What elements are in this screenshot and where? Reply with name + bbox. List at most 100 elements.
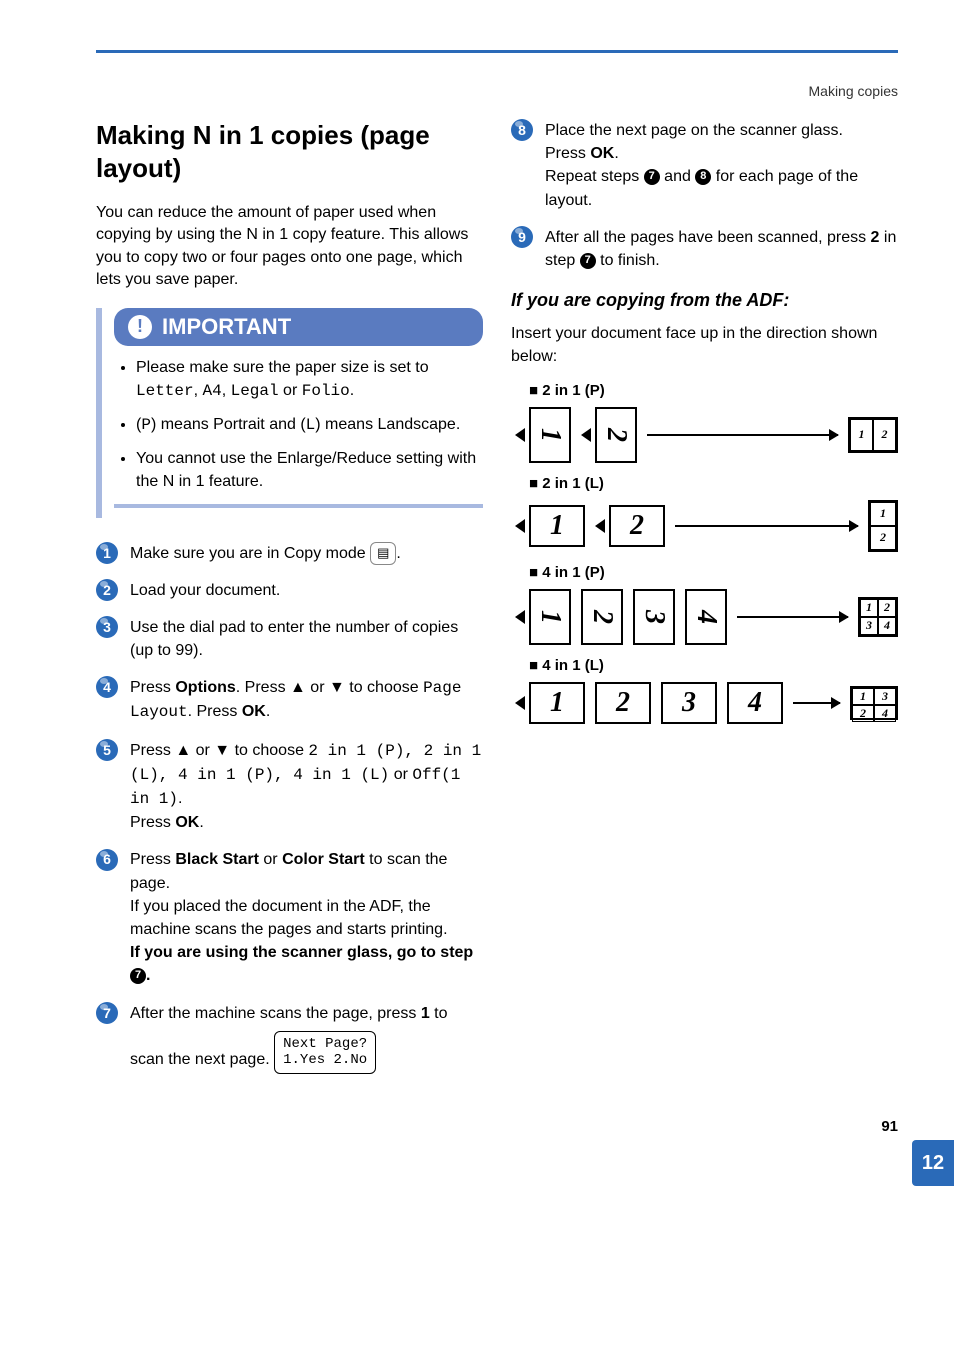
code-p: P (141, 416, 151, 434)
flow-arrow-icon (675, 525, 858, 527)
copy-mode-icon: ▤ (370, 542, 396, 565)
layout-2in1-p-label: 2 in 1 (P) (529, 382, 898, 399)
step-8: 8 Place the next page on the scanner gla… (511, 119, 898, 212)
text: or (389, 766, 412, 783)
adf-heading: If you are copying from the ADF: (511, 290, 898, 311)
important-label: IMPORTANT (162, 314, 291, 340)
step-badge-5: 5 (96, 739, 118, 761)
options-key: Options (175, 679, 235, 696)
step-4: 4 Press Options. Press ▲ or ▼ to choose … (96, 676, 483, 724)
step-3-body: Use the dial pad to enter the number of … (130, 616, 483, 662)
feed-arrow-icon (515, 610, 525, 624)
feed-arrow-icon (515, 696, 525, 710)
text: Press (130, 814, 175, 831)
size-a4: A4 (203, 382, 222, 400)
page-slot: 1 (529, 505, 585, 547)
text: . Press (188, 703, 242, 720)
intro-paragraph: You can reduce the amount of paper used … (96, 202, 483, 292)
ok-key: OK (242, 703, 266, 720)
step-5-body: Press ▲ or ▼ to choose 2 in 1 (P), 2 in … (130, 739, 483, 835)
feed-arrow-icon (595, 519, 605, 533)
result-2in1-l: 12 (868, 500, 898, 552)
text: Please make sure the paper size is set t… (136, 359, 429, 376)
lcd-line-1: Next Page? (283, 1036, 367, 1053)
page-slot: 1 (529, 407, 571, 463)
text: Press (545, 145, 590, 162)
text: Place the next page on the scanner glass… (545, 122, 843, 139)
step-9-body: After all the pages have been scanned, p… (545, 226, 898, 272)
text: If you are using the scanner glass, go t… (130, 944, 473, 961)
page-slot: 2 (581, 589, 623, 645)
step-9: 9 After all the pages have been scanned,… (511, 226, 898, 272)
text: Press (130, 679, 175, 696)
size-letter: Letter (136, 382, 194, 400)
step-1-body: Make sure you are in Copy mode ▤. (130, 542, 483, 565)
step-6: 6 Press Black Start or Color Start to sc… (96, 848, 483, 987)
text: or (259, 851, 282, 868)
text: Press (130, 851, 175, 868)
steps-right: 8 Place the next page on the scanner gla… (511, 119, 898, 272)
exclamation-icon: ! (128, 315, 152, 339)
step-badge-3: 3 (96, 616, 118, 638)
ref-step-7: 7 (130, 968, 146, 984)
page-slot: 4 (727, 682, 783, 724)
page-root: Making copies Making N in 1 copies (page… (0, 0, 954, 1175)
page-slot: 1 (529, 682, 585, 724)
flow-arrow-icon (737, 616, 848, 618)
step-badge-4: 4 (96, 676, 118, 698)
step-badge-9: 9 (511, 226, 533, 248)
code-l: L (306, 416, 316, 434)
black-start-key: Black Start (175, 851, 259, 868)
two-column-layout: Making N in 1 copies (page layout) You c… (96, 119, 898, 1088)
text: After the machine scans the page, press (130, 1005, 421, 1022)
text: to finish. (596, 252, 660, 269)
step-3: 3 Use the dial pad to enter the number o… (96, 616, 483, 662)
text: After all the pages have been scanned, p… (545, 229, 871, 246)
result-4in1-p: 1234 (858, 597, 898, 637)
page-slot: 3 (661, 682, 717, 724)
step-badge-1: 1 (96, 542, 118, 564)
text: . (199, 814, 203, 831)
important-item-1: Please make sure the paper size is set t… (136, 356, 483, 403)
step-8-body: Place the next page on the scanner glass… (545, 119, 898, 212)
ref-step-7: 7 (644, 169, 660, 185)
layout-4in1-p-label: 4 in 1 (P) (529, 564, 898, 581)
top-rule (96, 50, 898, 53)
result-2in1-p: 12 (848, 417, 898, 453)
lcd-line-2: 1.Yes 2.No (283, 1052, 367, 1069)
feed-arrow-icon (581, 428, 591, 442)
layout-2in1-l-row: 1 2 12 (515, 500, 898, 552)
important-bottom-rule (114, 504, 483, 508)
layout-4in1-p-row: 1 2 3 4 1234 (515, 589, 898, 645)
text: . (614, 145, 618, 162)
text: or (279, 382, 302, 399)
page-slot: 1 (529, 589, 571, 645)
text: ) means Portrait and ( (151, 416, 306, 433)
right-column: 8 Place the next page on the scanner gla… (511, 119, 898, 1088)
page-number: 91 (96, 1118, 898, 1135)
important-item-2: (P) means Portrait and (L) means Landsca… (136, 413, 483, 437)
section-title: Making N in 1 copies (page layout) (96, 119, 483, 184)
page-slot: 3 (633, 589, 675, 645)
feed-arrow-icon (515, 519, 525, 533)
layout-2in1-l-label: 2 in 1 (L) (529, 475, 898, 492)
text: If you placed the document in the ADF, t… (130, 898, 448, 938)
text: . (396, 545, 400, 562)
flow-arrow-icon (793, 702, 840, 704)
step-7: 7 After the machine scans the page, pres… (96, 1002, 483, 1075)
breadcrumb: Making copies (96, 83, 898, 99)
step-2: 2 Load your document. (96, 579, 483, 602)
left-column: Making N in 1 copies (page layout) You c… (96, 119, 483, 1088)
important-box: ! IMPORTANT Please make sure the paper s… (96, 308, 483, 518)
size-folio: Folio (302, 382, 350, 400)
step-badge-8: 8 (511, 119, 533, 141)
step-5: 5 Press ▲ or ▼ to choose 2 in 1 (P), 2 i… (96, 739, 483, 835)
page-slot: 4 (685, 589, 727, 645)
page-slot: 2 (595, 407, 637, 463)
layout-4in1-l-label: 4 in 1 (L) (529, 657, 898, 674)
ref-step-8: 8 (695, 169, 711, 185)
scanner-glass-note: If you are using the scanner glass, go t… (130, 944, 473, 984)
page-slot: 2 (609, 505, 665, 547)
step-4-body: Press Options. Press ▲ or ▼ to choose Pa… (130, 676, 483, 724)
text: . Press ▲ or ▼ to choose (236, 679, 423, 696)
